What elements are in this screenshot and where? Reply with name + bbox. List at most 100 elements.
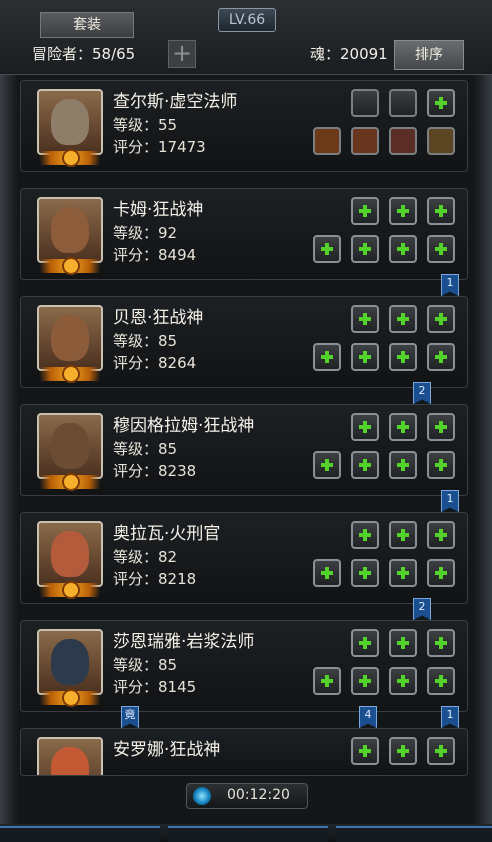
bottom-tab-right[interactable] <box>336 826 492 842</box>
offhand-slot-icon[interactable] <box>427 127 455 155</box>
plus-icon <box>435 529 447 541</box>
add-slot-button[interactable] <box>351 305 379 333</box>
add-slot-button[interactable] <box>389 413 417 441</box>
hero-portrait[interactable] <box>27 521 113 599</box>
hero-face <box>51 99 89 145</box>
add-slot-button[interactable] <box>427 451 455 479</box>
add-slot-button[interactable] <box>351 235 379 263</box>
hero-list: 查尔斯·虚空法师 等级：55 评分：17473 卡姆·狂战神 等级：92 评分：… <box>0 0 492 842</box>
hero-level: 等级：82 <box>113 548 178 566</box>
add-slot-button[interactable] <box>351 629 379 657</box>
empty-slot-button[interactable] <box>427 89 455 117</box>
hero-portrait[interactable] <box>27 629 113 707</box>
add-slot-button[interactable] <box>389 451 417 479</box>
add-slot-button[interactable] <box>313 667 341 695</box>
plus-icon <box>321 567 333 579</box>
add-slot-button[interactable] <box>313 343 341 371</box>
hero-card[interactable]: 穆因格拉姆·狂战神 等级：85 评分：8238 <box>20 404 468 496</box>
plus-icon <box>435 637 447 649</box>
purple-gem-icon[interactable] <box>389 89 417 117</box>
hero-card[interactable]: 奥拉瓦·火刑官 等级：82 评分：8218 <box>20 512 468 604</box>
add-slot-button[interactable] <box>351 667 379 695</box>
hero-portrait[interactable] <box>37 737 103 775</box>
add-slot-button[interactable] <box>351 197 379 225</box>
plus-icon <box>435 313 447 325</box>
hero-portrait[interactable] <box>27 197 113 275</box>
hero-score: 评分：8218 <box>113 570 197 588</box>
portrait-emblem-icon <box>62 149 80 167</box>
add-slot-button[interactable] <box>389 737 417 765</box>
bookmark-ribbon: 2 <box>413 598 431 620</box>
add-slot-button[interactable] <box>427 737 455 765</box>
hero-card[interactable]: 莎恩瑞雅·岩浆法师 等级：85 评分：8145 <box>20 620 468 712</box>
hero-face <box>51 639 89 685</box>
accessory-slot-icon[interactable] <box>389 127 417 155</box>
add-slot-button[interactable] <box>389 559 417 587</box>
add-slot-button[interactable] <box>427 629 455 657</box>
plus-icon <box>359 205 371 217</box>
hero-level: 等级：55 <box>113 116 178 134</box>
plus-icon <box>435 351 447 363</box>
add-slot-button[interactable] <box>351 737 379 765</box>
add-slot-button[interactable] <box>427 235 455 263</box>
green-gem-icon[interactable] <box>351 89 379 117</box>
hero-portrait[interactable] <box>27 413 113 491</box>
add-slot-button[interactable] <box>389 521 417 549</box>
hero-name: 穆因格拉姆·狂战神 <box>113 416 255 436</box>
hero-score: 评分：17473 <box>113 138 206 156</box>
add-slot-button[interactable] <box>427 559 455 587</box>
plus-icon <box>359 637 371 649</box>
plus-icon <box>359 567 371 579</box>
add-slot-button[interactable] <box>389 197 417 225</box>
add-slot-button[interactable] <box>427 305 455 333</box>
bookmark-ribbon: 1 <box>441 706 459 728</box>
armor-slot-icon[interactable] <box>351 127 379 155</box>
plus-icon <box>397 205 409 217</box>
plus-icon <box>321 351 333 363</box>
add-slot-button[interactable] <box>351 343 379 371</box>
portrait-emblem-icon <box>62 257 80 275</box>
add-slot-button[interactable] <box>351 413 379 441</box>
add-slot-button[interactable] <box>389 305 417 333</box>
plus-icon <box>321 675 333 687</box>
add-slot-button[interactable] <box>427 343 455 371</box>
hero-name: 卡姆·狂战神 <box>113 200 204 220</box>
bottom-tab-left[interactable] <box>0 826 160 842</box>
add-slot-button[interactable] <box>351 559 379 587</box>
add-slot-button[interactable] <box>351 451 379 479</box>
add-slot-button[interactable] <box>313 559 341 587</box>
add-slot-button[interactable] <box>427 667 455 695</box>
plus-icon <box>397 675 409 687</box>
hero-name: 莎恩瑞雅·岩浆法师 <box>113 632 255 652</box>
add-slot-button[interactable] <box>313 451 341 479</box>
add-slot-button[interactable] <box>389 667 417 695</box>
timer-text: 00:12:20 <box>227 787 290 803</box>
bottom-tab-middle[interactable] <box>168 826 328 842</box>
plus-icon <box>397 529 409 541</box>
hero-portrait[interactable] <box>27 305 113 383</box>
add-slot-button[interactable] <box>427 521 455 549</box>
plus-icon <box>359 675 371 687</box>
bookmark-ribbon: 2 <box>413 382 431 404</box>
hero-card[interactable]: 安罗娜·狂战神 <box>20 728 468 776</box>
hero-name: 查尔斯·虚空法师 <box>113 92 238 112</box>
weapon-slot-icon[interactable] <box>313 127 341 155</box>
hero-level: 等级：85 <box>113 656 178 674</box>
portrait-emblem-icon <box>62 473 80 491</box>
timer-box: 00:12:20 <box>186 783 308 809</box>
add-slot-button[interactable] <box>351 521 379 549</box>
add-slot-button[interactable] <box>427 197 455 225</box>
add-slot-button[interactable] <box>427 413 455 441</box>
bookmark-ribbon: 竟 <box>121 706 139 728</box>
hero-card[interactable]: 查尔斯·虚空法师 等级：55 评分：17473 <box>20 80 468 172</box>
hero-level: 等级：85 <box>113 440 178 458</box>
plus-icon <box>359 459 371 471</box>
hero-face <box>51 423 89 469</box>
hero-card[interactable]: 贝恩·狂战神 等级：85 评分：8264 <box>20 296 468 388</box>
add-slot-button[interactable] <box>389 235 417 263</box>
add-slot-button[interactable] <box>389 343 417 371</box>
hero-portrait[interactable] <box>27 89 113 167</box>
hero-card[interactable]: 卡姆·狂战神 等级：92 评分：8494 <box>20 188 468 280</box>
add-slot-button[interactable] <box>313 235 341 263</box>
add-slot-button[interactable] <box>389 629 417 657</box>
